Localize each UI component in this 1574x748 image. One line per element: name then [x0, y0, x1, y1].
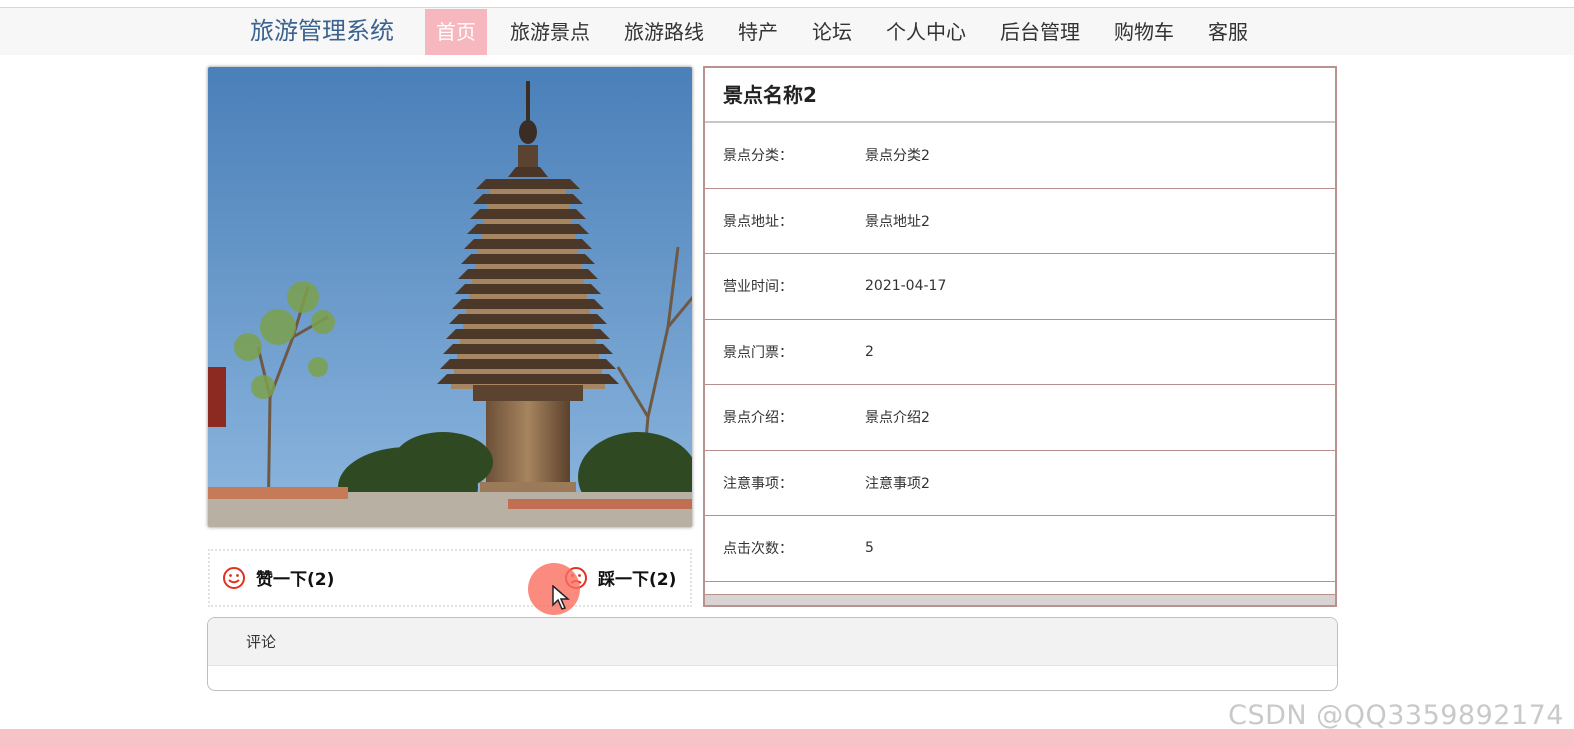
pagoda-eave [476, 179, 580, 189]
watermark: CSDN @QQ3359892174 [1228, 700, 1564, 731]
like-label: 赞一下(2) [256, 570, 335, 590]
nav-item-profile[interactable]: 个人中心 [875, 9, 977, 55]
detail-row: 景点介绍： 景点介绍2 [705, 385, 1335, 451]
nav-item-forum[interactable]: 论坛 [801, 9, 863, 55]
pagoda-body [463, 324, 593, 329]
pagoda-body [484, 219, 572, 224]
dislike-button[interactable]: 踩一下(2) [564, 565, 676, 590]
pagoda-eave [467, 224, 589, 234]
mouse-cursor-icon [552, 585, 570, 610]
pagoda-body [478, 249, 578, 254]
pagoda-eave [455, 284, 601, 294]
detail-value: 景点地址2 [865, 213, 930, 230]
detail-value: 景点介绍2 [865, 410, 930, 427]
pagoda-body [481, 234, 575, 239]
pagoda-body [457, 354, 599, 359]
smile-icon [223, 566, 245, 589]
detail-row: 点击次数： 5 [705, 516, 1335, 582]
nav-item-routes[interactable]: 旅游路线 [613, 9, 715, 55]
detail-label: 点击次数： [723, 541, 793, 558]
nav-item-specialties[interactable]: 特产 [727, 9, 789, 55]
detail-value: 2 [865, 343, 874, 360]
pagoda-eave [446, 329, 610, 339]
detail-row: 注意事项： 注意事项2 [705, 451, 1335, 516]
dislike-label: 踩一下(2) [598, 570, 677, 590]
detail-value: 2021-04-17 [865, 278, 947, 295]
pagoda-eave [464, 239, 592, 249]
brand-title[interactable]: 旅游管理系统 [250, 16, 394, 46]
pagoda-eave [458, 269, 598, 279]
pagoda-eave [452, 299, 604, 309]
pagoda-body [487, 204, 569, 209]
detail-row: 景点分类： 景点分类2 [705, 123, 1335, 189]
detail-label: 景点分类： [723, 148, 793, 165]
pagoda-eave [473, 194, 583, 204]
pagoda-body [472, 279, 584, 284]
attraction-title: 景点名称2 [705, 68, 1335, 123]
nav-item-cart[interactable]: 购物车 [1103, 9, 1185, 55]
detail-value: 5 [865, 540, 874, 557]
pagoda-eave [443, 344, 613, 354]
footer-bar [0, 729, 1574, 748]
pagoda-eave [437, 374, 619, 384]
pagoda-body [460, 339, 596, 344]
detail-row: 景点门票： 2 [705, 320, 1335, 385]
comment-header: 评论 [208, 618, 1337, 666]
detail-label: 景点门票： [723, 344, 793, 361]
attraction-photo [207, 66, 693, 528]
comment-panel: 评论 [207, 617, 1338, 691]
detail-value: 景点分类2 [865, 148, 930, 165]
pagoda-image [208, 67, 692, 527]
nav-menu: 首页 旅游景点 旅游路线 特产 论坛 个人中心 后台管理 购物车 客服 [425, 8, 1271, 55]
pagoda-eave [461, 254, 595, 264]
nav-item-admin[interactable]: 后台管理 [989, 9, 1091, 55]
top-border [0, 0, 1574, 8]
detail-label: 景点地址： [723, 213, 793, 230]
detail-value: 注意事项2 [865, 475, 930, 492]
pagoda-body [466, 309, 590, 314]
detail-panel-footer [705, 594, 1335, 605]
pagoda-eave [449, 314, 607, 324]
pagoda-body [454, 369, 602, 374]
nav-item-attractions[interactable]: 旅游景点 [499, 9, 601, 55]
navbar: 旅游管理系统 首页 旅游景点 旅游路线 特产 论坛 个人中心 后台管理 购物车 … [0, 8, 1574, 55]
nav-item-service[interactable]: 客服 [1197, 9, 1259, 55]
detail-label: 注意事项： [723, 475, 793, 492]
like-button[interactable]: 赞一下(2) [222, 565, 334, 590]
detail-label: 营业时间： [723, 279, 793, 296]
pagoda-body [469, 294, 587, 299]
nav-item-home[interactable]: 首页 [425, 8, 487, 55]
detail-label: 景点介绍： [723, 410, 793, 427]
detail-row: 营业时间： 2021-04-17 [705, 254, 1335, 320]
pagoda-body [490, 189, 566, 194]
pagoda-eave [470, 209, 586, 219]
vote-box: 赞一下(2) 踩一下(2) [208, 549, 692, 607]
pagoda-body [475, 264, 581, 269]
detail-row: 景点地址： 景点地址2 [705, 189, 1335, 254]
detail-panel: 景点名称2 景点分类： 景点分类2 景点地址： 景点地址2 营业时间： 2021… [703, 66, 1337, 607]
pagoda-eave [440, 359, 616, 369]
